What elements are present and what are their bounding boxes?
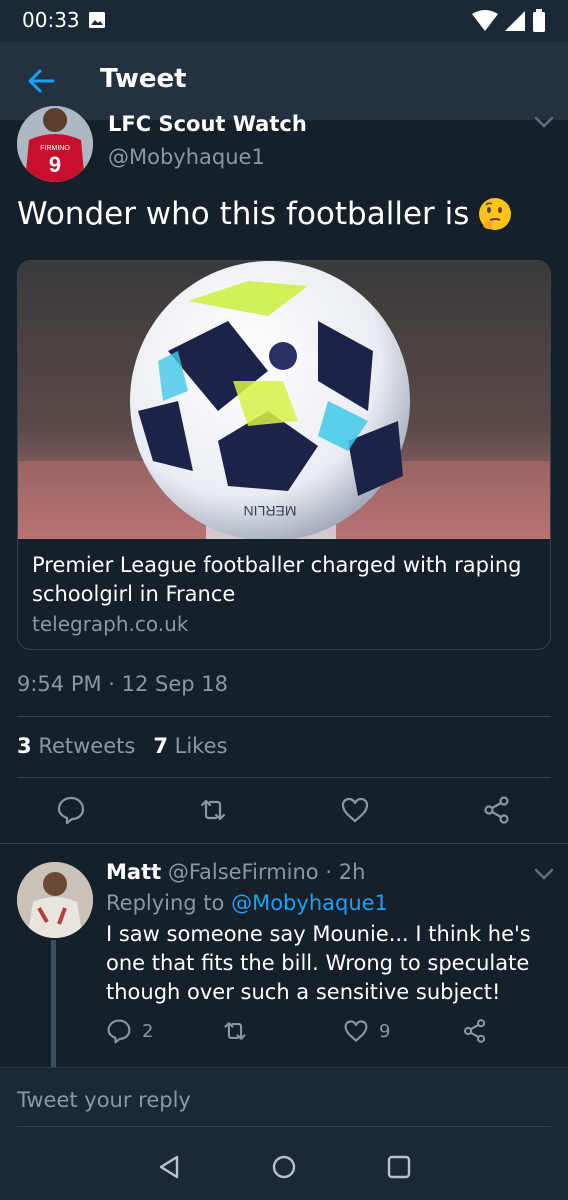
- likes-count: 7: [153, 734, 168, 758]
- reply-retweet-button[interactable]: [222, 1018, 248, 1044]
- battery-icon: [533, 9, 545, 32]
- reply-icon[interactable]: [56, 795, 86, 825]
- avatar-jersey-text: FIRMINO: [40, 145, 70, 152]
- share-icon: [463, 1019, 486, 1043]
- section-divider: [0, 843, 568, 844]
- reply-avatar-image: [17, 862, 93, 938]
- reply-composer: Tweet your reply: [0, 1067, 568, 1133]
- status-icons: [472, 9, 546, 33]
- reply-count: 2: [142, 1020, 154, 1042]
- reply-author-name[interactable]: Matt: [106, 860, 161, 884]
- card-domain: telegraph.co.uk: [32, 612, 189, 636]
- system-nav-bar: [0, 1133, 568, 1200]
- reply-reply-button[interactable]: 2: [106, 1018, 153, 1044]
- retweet-icon[interactable]: [198, 795, 228, 825]
- tweet-body: Wonder who this footballer is: [17, 196, 513, 232]
- status-time: 00:33: [22, 8, 80, 32]
- nav-home-icon[interactable]: [270, 1153, 298, 1181]
- reply-like-button[interactable]: 9: [343, 1018, 390, 1044]
- tweet-stats: 3 Retweets 7 Likes: [17, 734, 227, 758]
- wifi-icon: [472, 10, 498, 31]
- app-header: Tweet: [0, 42, 568, 120]
- thread-line: [51, 940, 56, 1068]
- replying-to: Replying to @Mobyhaque1: [106, 891, 388, 915]
- retweets-label: Retweets: [38, 734, 136, 758]
- thinking-face-emoji-icon: [479, 198, 512, 230]
- arrow-left-icon[interactable]: [26, 66, 56, 96]
- replying-to-mention[interactable]: @Mobyhaque1: [231, 891, 388, 915]
- reply-text: I saw someone say Mounie... I think he's…: [106, 922, 531, 1004]
- signal-icon: [505, 11, 525, 31]
- card-image-football: MERLIN: [18, 261, 550, 539]
- reply-share-button[interactable]: [462, 1018, 488, 1044]
- replying-to-label: Replying to: [106, 891, 225, 915]
- like-icon: [344, 1020, 368, 1042]
- share-icon[interactable]: [482, 795, 512, 825]
- chevron-down-icon[interactable]: [533, 866, 555, 882]
- reply-header: Matt @FalseFirmino · 2h: [106, 860, 365, 884]
- nav-recents-icon[interactable]: [385, 1153, 413, 1181]
- page-title: Tweet: [100, 64, 187, 94]
- reply-like-count: 9: [379, 1020, 391, 1042]
- like-icon[interactable]: [340, 795, 370, 825]
- status-bar: 00:33: [0, 0, 568, 42]
- nav-back-icon[interactable]: [156, 1153, 184, 1181]
- likes-stat[interactable]: 7 Likes: [153, 734, 227, 758]
- card-title: Premier League footballer charged with r…: [32, 553, 522, 606]
- reply-input[interactable]: Tweet your reply: [17, 1088, 191, 1112]
- avatar-jersey-number: 9: [49, 152, 61, 177]
- ball-brand-text: MERLIN: [244, 503, 297, 519]
- reply-avatar[interactable]: [17, 862, 93, 938]
- author-name[interactable]: LFC Scout Watch: [108, 112, 307, 136]
- link-card[interactable]: MERLIN Premier League footballer charged…: [17, 260, 551, 650]
- chevron-down-icon[interactable]: [533, 114, 555, 130]
- retweets-count: 3: [17, 734, 32, 758]
- author-avatar[interactable]: FIRMINO 9: [17, 106, 93, 182]
- tweet-timestamp: 9:54 PM · 12 Sep 18: [17, 672, 229, 696]
- author-handle[interactable]: @Mobyhaque1: [108, 145, 265, 169]
- tweet-text: Wonder who this footballer is: [17, 196, 470, 232]
- reply-author-handle[interactable]: @FalseFirmino: [168, 860, 319, 884]
- reply-time: · 2h: [325, 860, 366, 884]
- likes-label: Likes: [174, 734, 228, 758]
- retweet-icon: [224, 1022, 246, 1040]
- divider: [17, 716, 551, 717]
- retweets-stat[interactable]: 3 Retweets: [17, 734, 135, 758]
- avatar-image: FIRMINO 9: [17, 106, 93, 182]
- reply-icon: [107, 1019, 131, 1044]
- composer-underline: [17, 1126, 551, 1127]
- divider: [17, 777, 551, 778]
- image-notification-icon: [89, 12, 105, 28]
